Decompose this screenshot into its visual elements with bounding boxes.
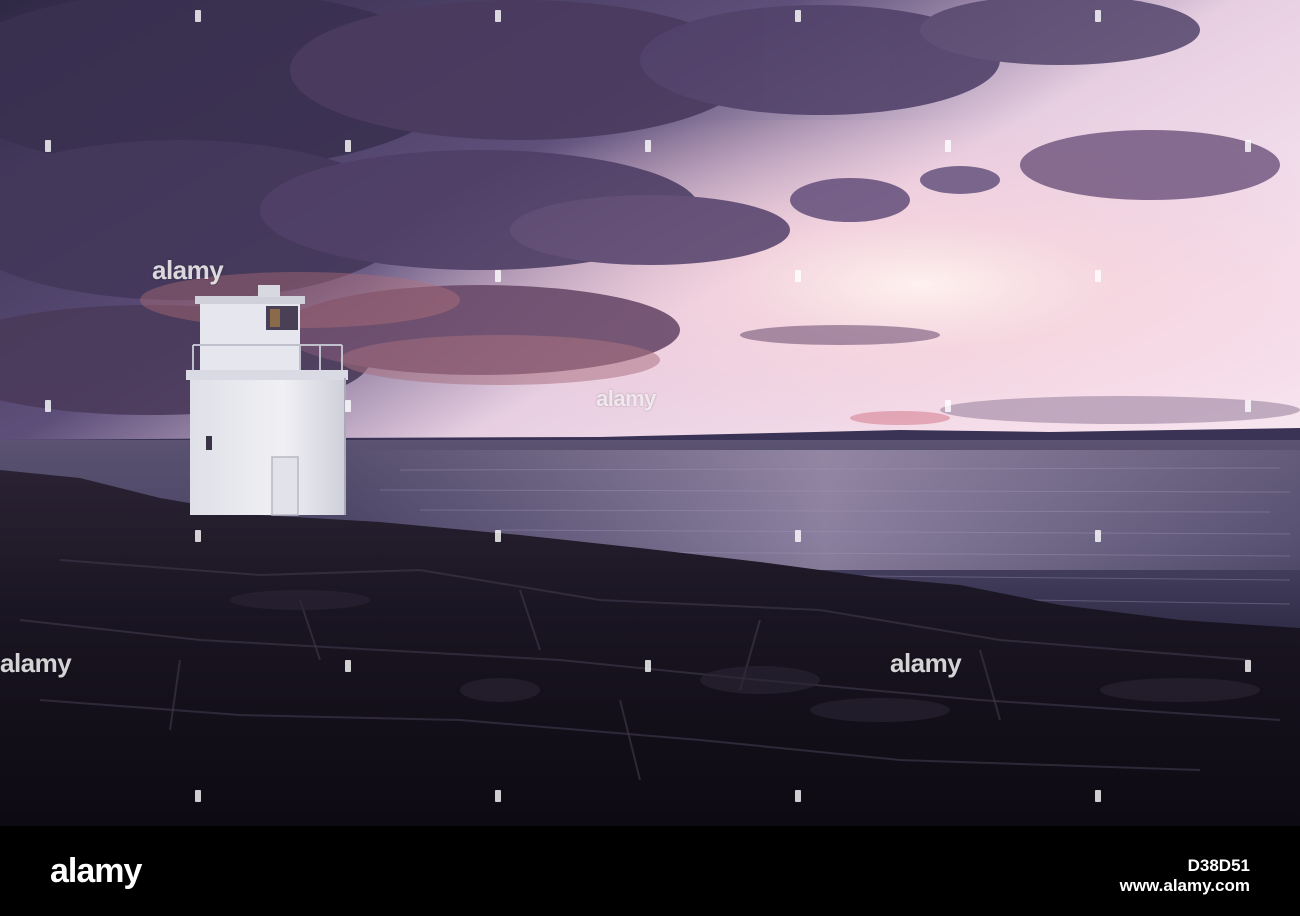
lighthouse-base [190,378,345,515]
lighthouse-ledge [186,370,348,380]
watermark-dot [795,530,801,542]
watermark-dot [1095,10,1101,22]
watermark-dot [1095,790,1101,802]
watermark-dot [195,530,201,542]
image-id: D38D51 [1187,856,1250,875]
watermark-dot [1245,140,1251,152]
lighthouse-small-window [206,436,212,450]
watermark-dot [1095,270,1101,282]
watermark-dot [345,660,351,672]
footer-bar: alamy D38D51 www.alamy.com [0,826,1300,916]
watermark-dot [945,140,951,152]
watermark-dot [495,10,501,22]
watermark-dot [795,10,801,22]
watermark-dot [345,400,351,412]
footer-url[interactable]: www.alamy.com [1120,876,1250,896]
photo-scene [0,0,1300,826]
watermark-dot [495,790,501,802]
photo: alamy alamy alamy alamy [0,0,1300,826]
watermark-dot [195,10,201,22]
watermark-logo: alamy [152,255,224,285]
watermark-dot [945,400,951,412]
footer-logo[interactable]: alamy [50,852,142,891]
watermark-dot [345,140,351,152]
watermark-logo: alamy [0,648,72,678]
watermark-logo: alamy [596,386,656,411]
watermark-dot [795,790,801,802]
watermark-dot [45,140,51,152]
watermark-dot [645,660,651,672]
watermark-dot [195,790,201,802]
watermark-dot [645,140,651,152]
watermark-dot [45,400,51,412]
watermark-dot [1095,530,1101,542]
watermark-logo: alamy [890,648,962,678]
watermark-dot [495,530,501,542]
watermark-dot [1245,400,1251,412]
watermark-dot [1245,660,1251,672]
watermark-dot [795,270,801,282]
lighthouse-door [271,456,299,516]
watermark-dot [495,270,501,282]
